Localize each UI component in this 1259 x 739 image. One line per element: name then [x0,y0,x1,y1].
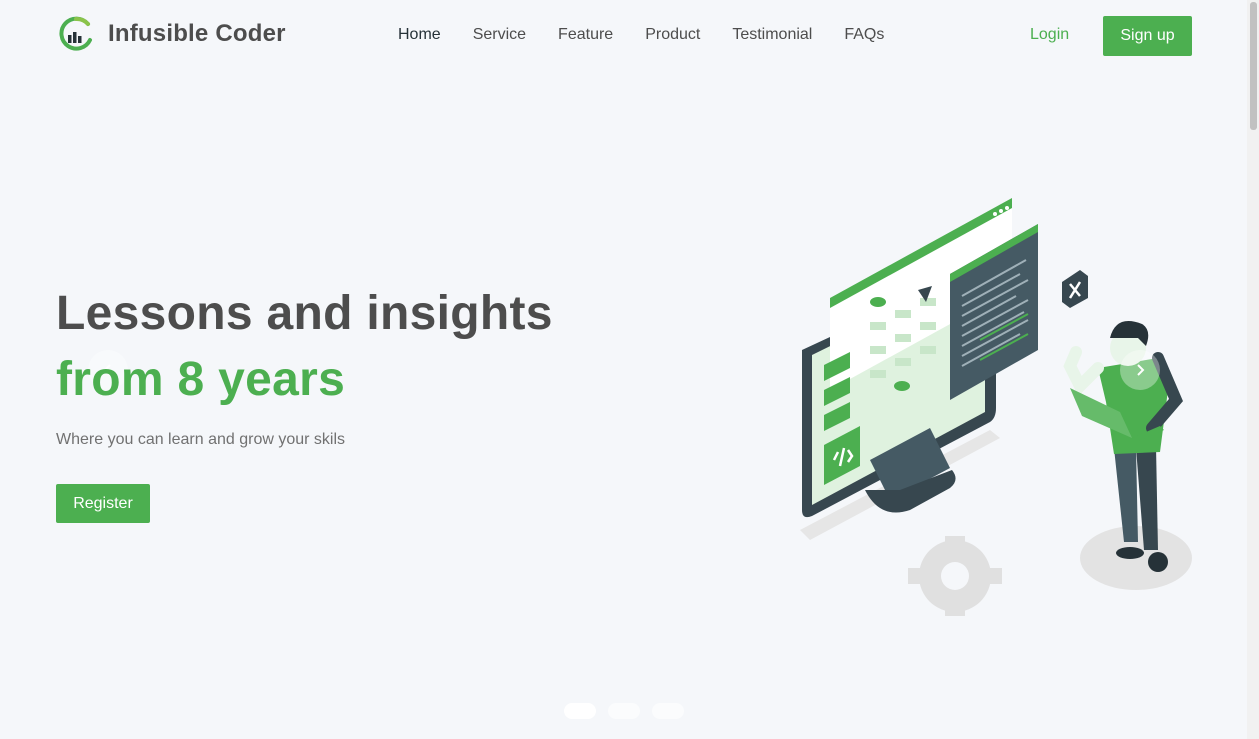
carousel-dot-3[interactable] [652,703,684,719]
signup-button[interactable]: Sign up [1103,16,1192,56]
nav-item-testimonial[interactable]: Testimonial [732,26,812,44]
nav-item-home[interactable]: Home [398,26,441,44]
scrollbar-thumb[interactable] [1250,2,1257,130]
main-nav: Home Service Feature Product Testimonial… [398,26,916,44]
carousel-indicators [564,703,696,719]
hero-title: Lessons and insights [56,287,553,340]
nav-item-faqs[interactable]: FAQs [844,26,884,44]
register-button[interactable]: Register [56,484,150,523]
hero-subtitle: Where you can learn and grow your skils [56,431,346,448]
login-link[interactable]: Login [1030,26,1069,44]
header: Infusible Coder Home Service Feature Pro… [0,0,1247,72]
chart-circle-logo-icon [59,16,92,51]
brand-logo[interactable]: Infusible Coder [58,16,286,52]
carousel-dot-1[interactable] [564,703,596,719]
hero-title-highlight: from 8 years [56,353,346,406]
nav-item-feature[interactable]: Feature [558,26,613,44]
chevron-right-icon [1137,364,1145,376]
carousel-dot-2[interactable] [608,703,640,719]
nav-item-service[interactable]: Service [473,26,526,44]
nav-item-product[interactable]: Product [645,26,700,44]
brand-name: Infusible Coder [108,20,286,47]
developer-coding-illustration [800,198,1192,616]
carousel-next-button[interactable] [1120,350,1160,390]
